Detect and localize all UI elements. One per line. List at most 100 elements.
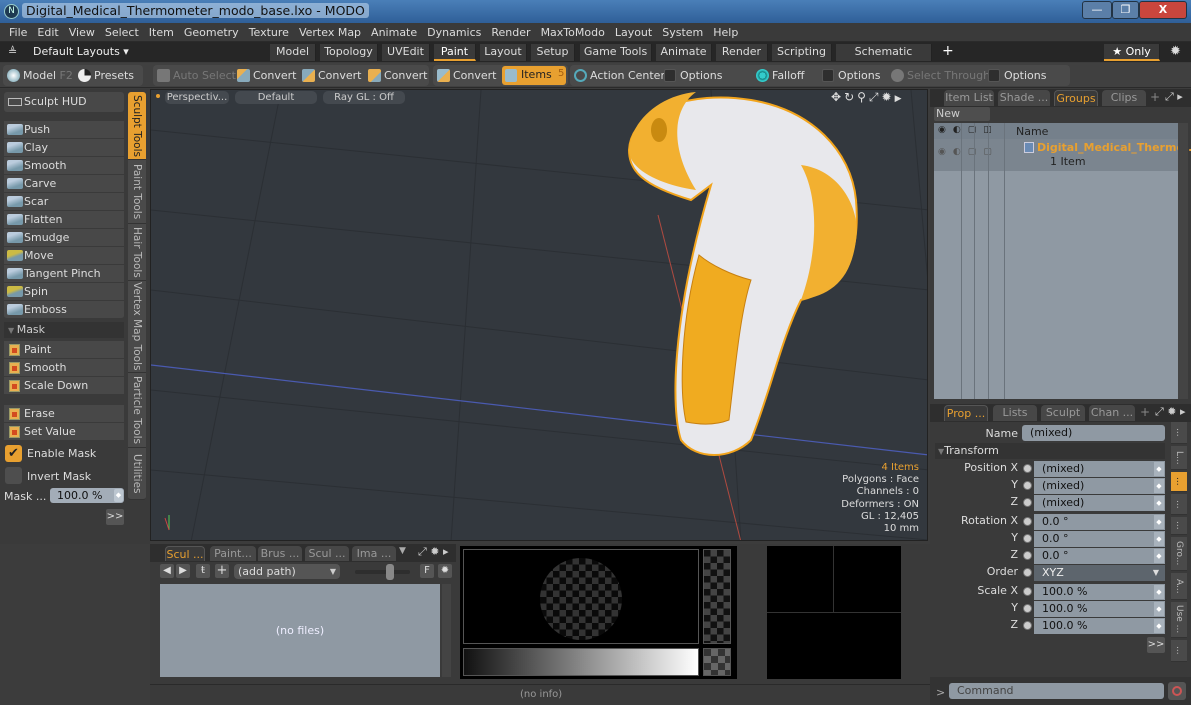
visibility-column-icons[interactable]: ◉◐▢◫ [938,125,999,135]
mask-tool-smooth[interactable]: Smooth [4,359,124,377]
back-button[interactable]: ◀ [160,564,174,578]
tool-spin[interactable]: Spin [4,283,124,301]
animate-channel-dot-icon[interactable] [1023,464,1032,473]
animate-channel-dot-icon[interactable] [1023,534,1032,543]
panel-options-icon[interactable]: ⤢ ✹ ▸ [418,545,449,559]
side-tab[interactable]: ... [1171,494,1187,515]
tab-brushes[interactable]: Brus ... [258,546,302,561]
tool-clay[interactable]: Clay [4,139,124,157]
tab-groups[interactable]: Groups [1054,90,1098,106]
menu-dynamics[interactable]: Dynamics [422,23,486,42]
slider-arrows-icon[interactable]: ◆ [1154,496,1164,510]
path-dropdown[interactable]: (add path) ▼ [234,564,340,579]
minimize-button[interactable]: — [1082,1,1112,19]
only-favorites-toggle[interactable]: ★ Only [1104,44,1160,61]
tab-topology[interactable]: Topology [320,44,378,61]
zoom-icon[interactable]: ⚲ [857,90,869,104]
vtab-particle-tools[interactable]: Particle Tools [128,373,146,448]
menu-maxtomodo[interactable]: MaxToModo [536,23,610,42]
image-preview[interactable] [460,546,737,679]
menu-layout[interactable]: Layout [610,23,657,42]
rotation-order-dropdown[interactable]: XYZ ▼ [1034,565,1165,581]
command-input[interactable]: Command [949,683,1164,699]
tool-smudge[interactable]: Smudge [4,229,124,247]
tool-emboss[interactable]: Emboss [4,301,124,319]
add-path-button[interactable]: + [215,564,229,578]
animate-channel-dot-icon[interactable] [1023,481,1032,490]
menu-file[interactable]: File [4,23,32,42]
slider-arrows-icon[interactable]: ◆ [1154,532,1164,546]
tabs-dropdown-icon[interactable]: ▼ [399,546,406,556]
tab-render[interactable]: Render [716,44,768,61]
slider-arrows-icon[interactable]: ◆ [1154,602,1164,616]
tool-push[interactable]: Push [4,121,124,139]
animate-channel-dot-icon[interactable] [1023,568,1032,577]
prop-field[interactable]: (mixed) ◆ [1034,478,1165,494]
vtab-vertex-map-tools[interactable]: Vertex Map Tools [128,281,146,373]
tab-schematic-fusion[interactable]: Schematic Fusion [836,44,932,74]
side-tab[interactable]: ... [1171,640,1187,662]
prop-field[interactable]: 0.0 ° ◆ [1034,514,1165,530]
tab-setup[interactable]: Setup [531,44,575,61]
expand-button[interactable]: >> [106,509,124,525]
prop-field[interactable]: 0.0 ° ◆ [1034,548,1165,564]
mask-section-header[interactable]: ▼ Mask [4,322,124,338]
menu-view[interactable]: View [64,23,100,42]
enable-mask-checkbox[interactable]: ✔ [5,445,22,462]
tool-scar[interactable]: Scar [4,193,124,211]
tab-sculpt[interactable]: Sculpt [1041,405,1085,421]
slider-arrows-icon[interactable]: ◆ [1154,515,1164,529]
side-tab[interactable]: Use ... [1171,602,1187,638]
tab-clips[interactable]: Clips [1102,90,1146,106]
prop-field[interactable]: (mixed) ◆ [1034,495,1165,511]
panel-options-icon[interactable]: ⤢ ▸ [1165,90,1183,104]
mask-amount-field[interactable]: 100.0 % ◆ [50,488,124,503]
convert-polygons-button[interactable]: Convert [366,65,428,86]
browser-scrollbar[interactable] [442,584,451,677]
close-button[interactable]: X [1139,1,1187,19]
name-field[interactable]: (mixed) [1022,425,1165,441]
pan-icon[interactable]: ✥ [831,90,844,104]
menu-geometry[interactable]: Geometry [179,23,244,42]
items-mode-button[interactable]: Items 5 [502,66,566,85]
tab-properties[interactable]: Prop ... [944,405,988,421]
animate-channel-dot-icon[interactable] [1023,604,1032,613]
settings-gear-icon[interactable]: ✹ [1170,44,1181,59]
vtab-paint-tools[interactable]: Paint Tools [128,160,146,224]
sculpt-hud-button[interactable]: Sculpt HUD [4,92,124,112]
side-tab[interactable]: ... [1171,517,1187,535]
prop-field[interactable]: 100.0 % ◆ [1034,584,1165,600]
tab-shader-tree[interactable]: Shade ... [998,90,1050,106]
add-tab-icon[interactable]: + [1140,405,1150,419]
animate-channel-dot-icon[interactable] [1023,551,1032,560]
side-tab[interactable]: ... [1171,472,1187,492]
tab-sculpt-presets[interactable]: Scul ... [165,546,205,561]
prop-field[interactable]: 100.0 % ◆ [1034,601,1165,617]
rotate-icon[interactable]: ↻ [844,90,857,104]
menu-animate[interactable]: Animate [366,23,422,42]
tab-paint[interactable]: Paint [434,44,476,61]
tab-paint-presets[interactable]: Paint... [210,546,256,561]
tab-game-tools[interactable]: Game Tools [580,44,652,61]
side-tab[interactable]: L... [1171,446,1187,470]
maximize-viewport-icon[interactable]: ⤢ [869,90,882,104]
menu-vertex-map[interactable]: Vertex Map [294,23,366,42]
default-layouts-dropdown[interactable]: Default Layouts ▾ [33,45,129,58]
raygl-toggle[interactable]: Ray GL : Off [323,91,405,104]
menu-system[interactable]: System [657,23,708,42]
viewport-settings-icon[interactable]: ✹ [882,90,895,104]
tool-smooth[interactable]: Smooth [4,157,124,175]
tab-animate[interactable]: Animate [656,44,712,61]
animate-channel-dot-icon[interactable] [1023,517,1032,526]
convert-vertices-button[interactable]: Convert [235,65,297,86]
animate-channel-dot-icon[interactable] [1023,498,1032,507]
side-tab[interactable]: Gro... [1171,537,1187,571]
add-tab-icon[interactable]: + [1150,90,1160,104]
menu-item[interactable]: Item [144,23,179,42]
tool-flatten[interactable]: Flatten [4,211,124,229]
groups-scrollbar[interactable] [1178,123,1188,399]
animate-channel-dot-icon[interactable] [1023,587,1032,596]
menu-help[interactable]: Help [708,23,743,42]
filter-button[interactable]: F [420,564,434,578]
tool-move[interactable]: Move [4,247,124,265]
